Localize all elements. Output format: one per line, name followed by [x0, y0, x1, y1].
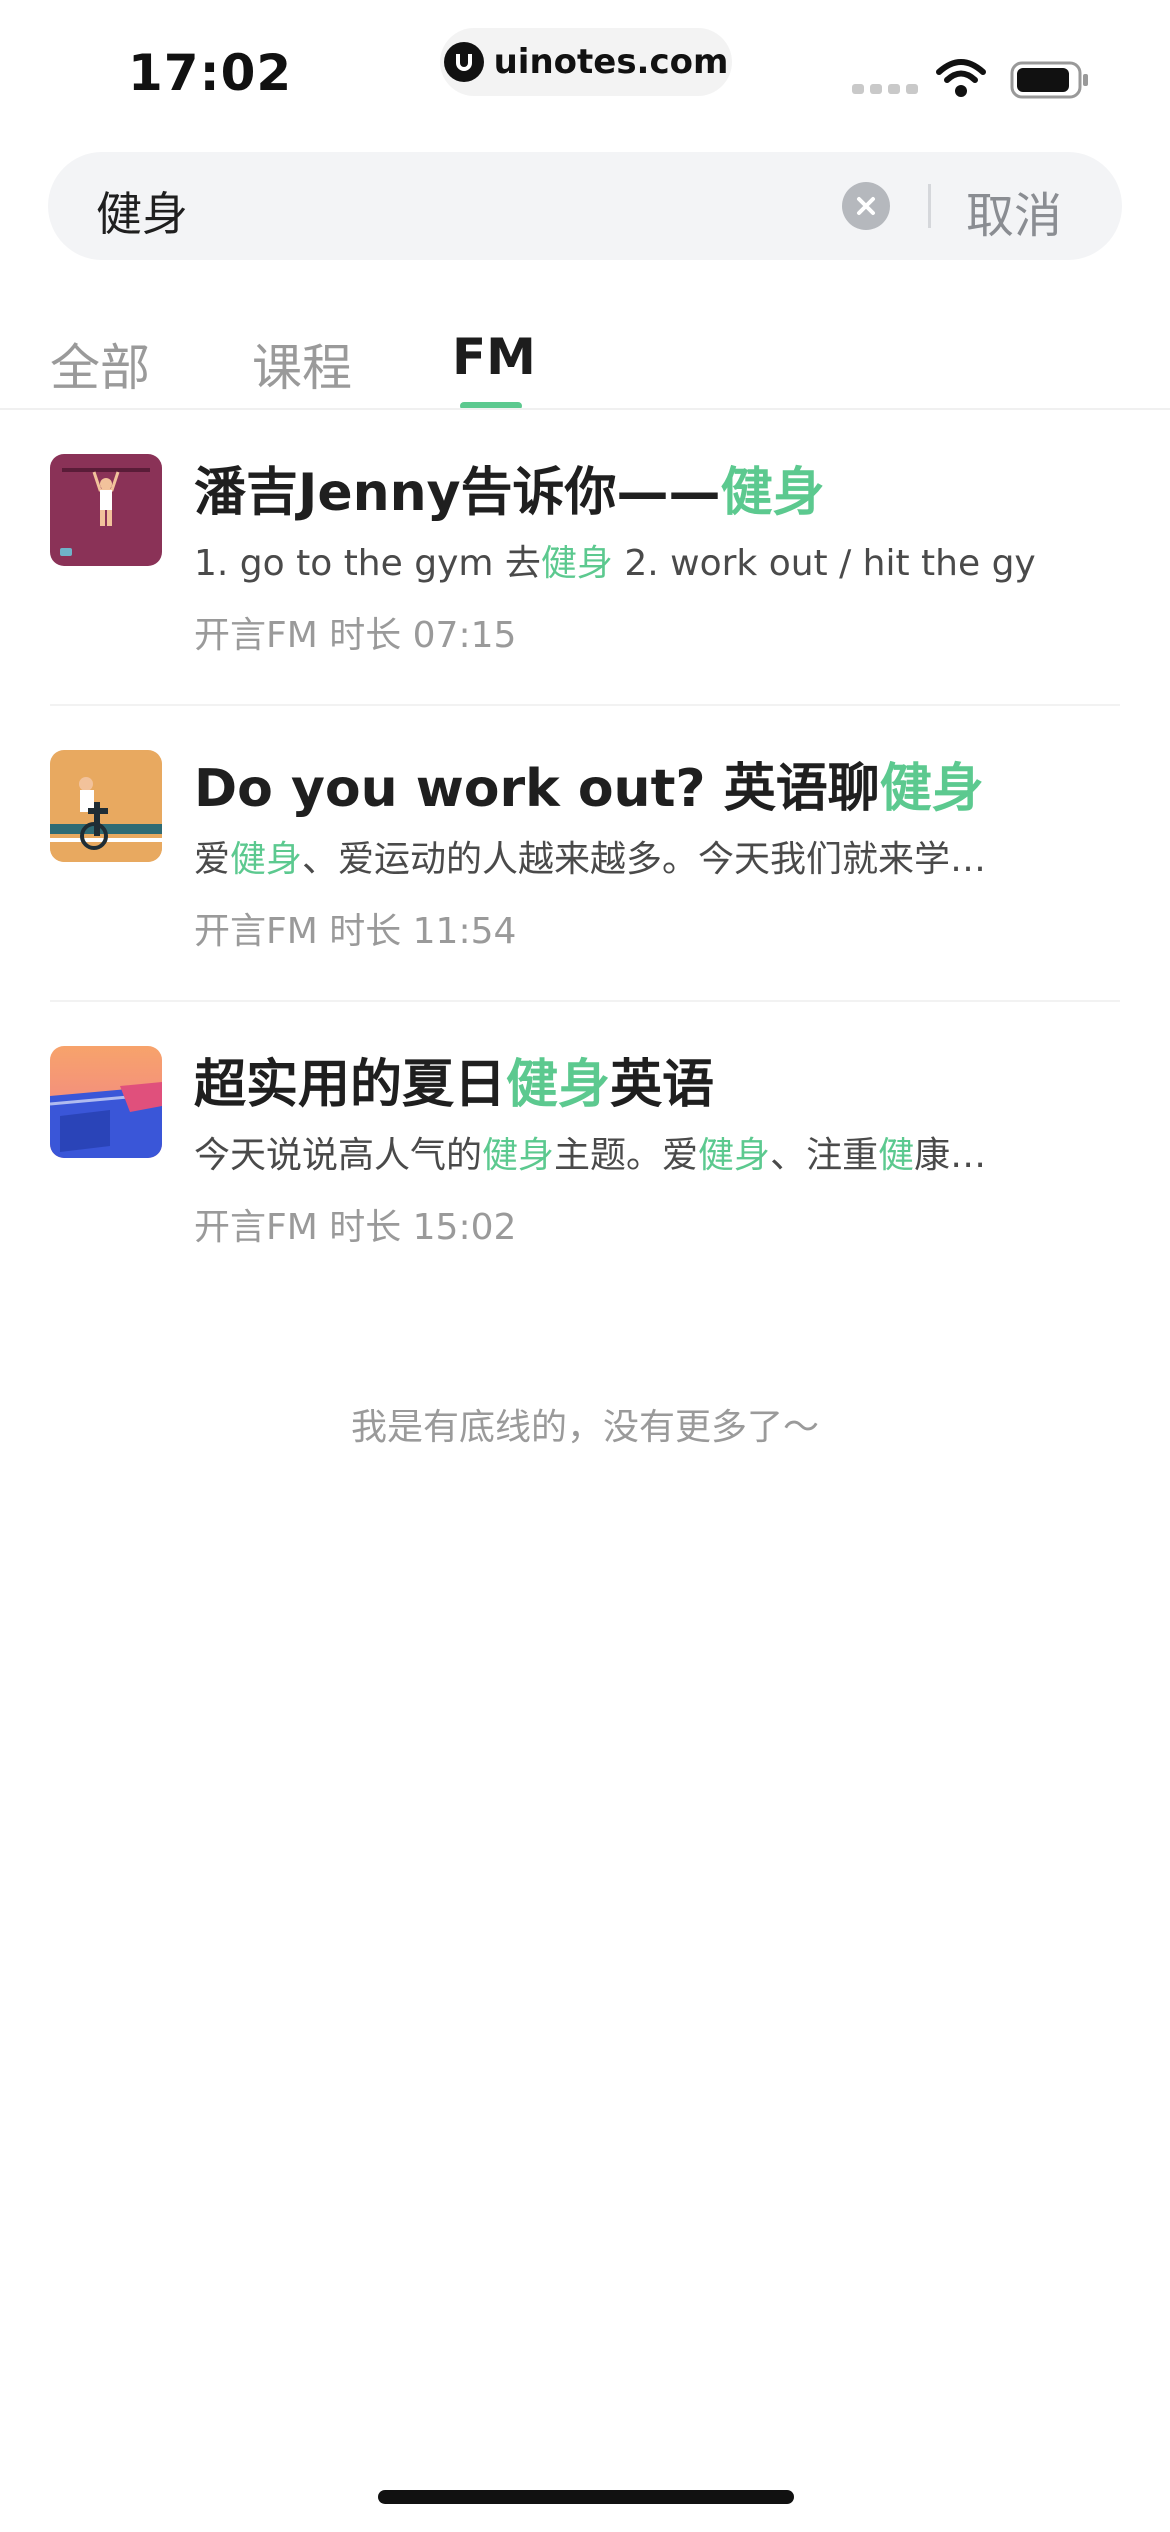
signal-icon: [852, 84, 918, 94]
episode-thumbnail: [50, 1046, 162, 1158]
episode-meta: 开言FM 时长 11:54: [194, 911, 517, 952]
close-icon: [857, 197, 875, 215]
clear-search-button[interactable]: [842, 182, 890, 230]
battery-icon: [1010, 60, 1090, 104]
url-text: uinotes.com: [493, 42, 729, 82]
tab-all[interactable]: 全部: [50, 328, 150, 400]
url-pill[interactable]: uinotes.com: [440, 28, 732, 96]
episode-description: 爱健身、爱运动的人越来越多。今天我们就来学…: [194, 839, 987, 880]
episode-title: Do you work out? 英语聊健身: [194, 759, 984, 819]
episode-description: 1. go to the gym 去健身 2. work out / hit t…: [194, 543, 1036, 584]
episode-description: 今天说说高人气的健身主题。爱健身、注重健康…: [194, 1135, 987, 1176]
search-input[interactable]: 健身: [96, 178, 188, 244]
tab-fm[interactable]: FM: [452, 328, 536, 386]
episode-title: 超实用的夏日健身英语: [194, 1055, 715, 1115]
episode-thumbnail: [50, 750, 162, 862]
end-of-list-text: 我是有底线的，没有更多了～: [350, 1407, 819, 1448]
episode-title: 潘吉Jenny告诉你——健身: [194, 463, 825, 523]
search-results-page: 17:02 uinotes.com 健身 取消 全部 课程 FM 潘吉Jenny…: [0, 0, 1170, 2532]
search-divider: [928, 184, 931, 228]
tab-courses[interactable]: 课程: [252, 328, 352, 400]
episode-meta: 开言FM 时长 15:02: [194, 1207, 517, 1248]
list-item[interactable]: 潘吉Jenny告诉你——健身 1. go to the gym 去健身 2. w…: [0, 410, 1170, 706]
home-indicator[interactable]: [378, 2490, 794, 2504]
uinotes-logo-icon: [443, 42, 484, 82]
status-time: 17:02: [128, 44, 293, 102]
result-tabs: 全部 课程 FM: [0, 318, 1170, 410]
status-bar: 17:02 uinotes.com: [0, 0, 1170, 140]
wifi-icon: [935, 58, 987, 102]
search-bar: 健身 取消: [48, 152, 1122, 260]
episode-meta: 开言FM 时长 07:15: [194, 615, 517, 656]
list-item[interactable]: 超实用的夏日健身英语 今天说说高人气的健身主题。爱健身、注重健康… 开言FM 时…: [0, 1002, 1170, 1298]
episode-thumbnail: [50, 454, 162, 566]
list-item[interactable]: Do you work out? 英语聊健身 爱健身、爱运动的人越来越多。今天我…: [0, 706, 1170, 1002]
cancel-button[interactable]: 取消: [966, 176, 1062, 246]
